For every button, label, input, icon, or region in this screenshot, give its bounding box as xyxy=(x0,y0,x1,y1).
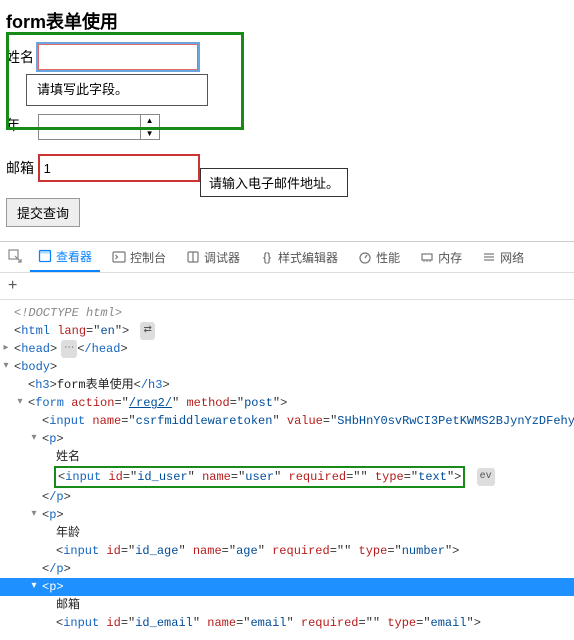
tab-style-label: 样式编辑器 xyxy=(278,249,338,266)
twisty-collapsed-icon[interactable]: ▸ xyxy=(0,340,12,358)
dom-html-open[interactable]: <html lang="en"> ⇄ xyxy=(0,322,574,340)
email-input[interactable] xyxy=(38,154,200,182)
dom-doctype[interactable]: <!DOCTYPE html> xyxy=(0,304,574,322)
submit-button[interactable]: 提交查询 xyxy=(6,198,80,227)
tab-network-label: 网络 xyxy=(500,249,524,266)
tab-debugger[interactable]: 调试器 xyxy=(178,242,248,272)
label-name: 姓名 xyxy=(6,47,34,67)
dom-p2-open[interactable]: ▾ <p> xyxy=(0,506,574,524)
age-input[interactable]: ▲ ▼ xyxy=(38,114,160,140)
spinner-up-icon[interactable]: ▲ xyxy=(141,115,159,128)
name-validation-tooltip: 请填写此字段。 xyxy=(26,74,208,106)
dom-form-open[interactable]: ▾ <form action="/reg2/" method="post"> xyxy=(0,394,574,412)
twisty-expanded-icon[interactable]: ▾ xyxy=(0,358,12,376)
tab-console-label: 控制台 xyxy=(130,249,166,266)
inspector-icon xyxy=(38,249,52,263)
devtools-toolbar: 查看器 控制台 调试器 {} 样式编辑器 xyxy=(0,242,574,273)
tab-memory-label: 内存 xyxy=(438,249,462,266)
tab-inspector[interactable]: 查看器 xyxy=(30,242,100,272)
dom-p1-open[interactable]: ▾ <p> xyxy=(0,430,574,448)
page-root: form表单使用 姓名 请填写此字段。 年 ▲ ▼ 邮箱 提交查询 请输入电子邮… xyxy=(0,0,574,640)
dom-head[interactable]: ▸ <head>⋯</head> xyxy=(0,340,574,358)
tab-style-editor[interactable]: {} 样式编辑器 xyxy=(252,242,346,272)
spinner-down-icon[interactable]: ▼ xyxy=(141,128,159,140)
dom-text-name[interactable]: 姓名 xyxy=(0,448,574,466)
dom-p2-close[interactable]: </p> xyxy=(0,560,574,578)
debugger-icon xyxy=(186,250,200,264)
pointer-select-icon[interactable] xyxy=(4,249,26,266)
performance-icon xyxy=(358,250,372,264)
twisty-expanded-icon[interactable]: ▾ xyxy=(14,394,26,412)
row-age: 年 ▲ ▼ xyxy=(6,114,568,140)
number-spinner[interactable]: ▲ ▼ xyxy=(140,115,159,139)
scroll-badge-icon: ⇄ xyxy=(140,322,154,340)
style-editor-icon: {} xyxy=(260,250,274,264)
add-panel-button[interactable]: + xyxy=(8,277,17,295)
dom-tree[interactable]: <!DOCTYPE html> <html lang="en"> ⇄ ▸ <he… xyxy=(0,300,574,640)
dom-csrf-input[interactable]: <input name="csrfmiddlewaretoken" value=… xyxy=(0,412,574,430)
dom-input-user[interactable]: <input id="id_user" name="user" required… xyxy=(0,466,574,488)
row-submit: 提交查询 xyxy=(6,198,568,227)
tab-inspector-label: 查看器 xyxy=(56,248,92,265)
tab-memory[interactable]: 内存 xyxy=(412,242,470,272)
twisty-expanded-icon[interactable]: ▾ xyxy=(28,506,40,524)
dom-input-email[interactable]: <input id="id_email" name="email" requir… xyxy=(0,614,574,632)
memory-icon xyxy=(420,250,434,264)
tab-console[interactable]: 控制台 xyxy=(104,242,174,272)
name-input[interactable] xyxy=(38,44,198,70)
dom-body-open[interactable]: ▾ <body> xyxy=(0,358,574,376)
dom-input-age[interactable]: <input id="id_age" name="age" required="… xyxy=(0,542,574,560)
twisty-expanded-icon[interactable]: ▾ xyxy=(28,430,40,448)
dom-text-email[interactable]: 邮箱 xyxy=(0,596,574,614)
tab-network[interactable]: 网络 xyxy=(474,242,532,272)
tab-performance-label: 性能 xyxy=(376,249,400,266)
event-badge-icon: ev xyxy=(477,468,495,486)
ellipsis-badge-icon: ⋯ xyxy=(61,340,77,358)
row-name: 姓名 请填写此字段。 xyxy=(6,44,568,70)
devtools-panel: 查看器 控制台 调试器 {} 样式编辑器 xyxy=(0,241,574,640)
dom-text-age[interactable]: 年龄 xyxy=(0,524,574,542)
devtools-subbar: + xyxy=(0,273,574,300)
label-email: 邮箱 xyxy=(6,158,34,178)
console-icon xyxy=(112,250,126,264)
tab-performance[interactable]: 性能 xyxy=(350,242,408,272)
dom-p1-close[interactable]: </p> xyxy=(0,488,574,506)
tab-debugger-label: 调试器 xyxy=(204,249,240,266)
twisty-expanded-icon[interactable]: ▾ xyxy=(28,578,40,596)
dom-h3[interactable]: <h3>form表单使用</h3> xyxy=(0,376,574,394)
page-title: form表单使用 xyxy=(6,8,568,34)
email-validation-tooltip: 请输入电子邮件地址。 xyxy=(200,168,348,197)
dom-p3-open-selected[interactable]: ▾ <p> xyxy=(0,578,574,596)
annotation-box-green-inline: <input id="id_user" name="user" required… xyxy=(54,466,465,488)
label-age: 年 xyxy=(6,115,34,135)
network-icon xyxy=(482,250,496,264)
document-pane: form表单使用 姓名 请填写此字段。 年 ▲ ▼ 邮箱 提交查询 请输入电子邮… xyxy=(0,0,574,241)
